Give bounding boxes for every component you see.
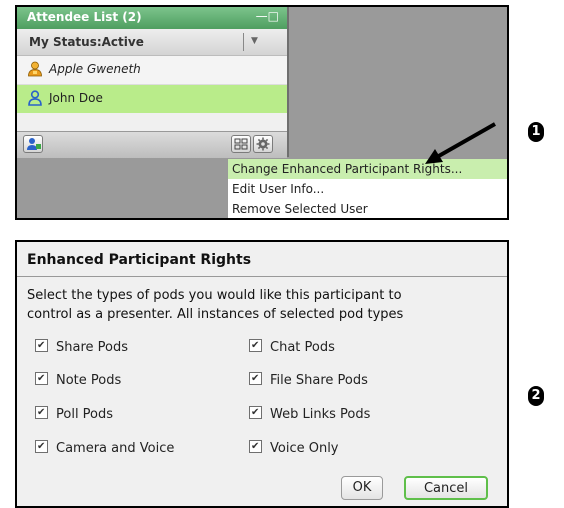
checkbox-checked-icon[interactable] bbox=[249, 403, 262, 423]
checkbox-chat-pods[interactable]: Chat Pods bbox=[249, 336, 335, 358]
checkbox-share-pods[interactable]: Share Pods bbox=[35, 336, 129, 358]
checkbox-checked-icon[interactable] bbox=[35, 369, 48, 389]
checkbox-label: Web Links Pods bbox=[270, 407, 371, 422]
enhanced-participant-rights-dialog: Enhanced Participant Rights Select the t… bbox=[15, 240, 509, 508]
checkbox-voice-only[interactable]: Voice Only bbox=[249, 437, 339, 459]
checkbox-checked-icon[interactable] bbox=[249, 369, 262, 389]
checkbox-label: Share Pods bbox=[56, 340, 129, 355]
checkbox-poll-pods[interactable]: Poll Pods bbox=[35, 403, 114, 425]
checkbox-web-links-pods[interactable]: Web Links Pods bbox=[249, 403, 371, 425]
title-divider bbox=[17, 276, 507, 277]
checkbox-note-pods[interactable]: Note Pods bbox=[35, 369, 122, 391]
dialog-description: Select the types of pods you would like … bbox=[27, 288, 404, 322]
attendee-list-screenshot: Attendee List (2) —□ My Status:Active ▼ … bbox=[15, 5, 509, 220]
cancel-button[interactable]: Cancel bbox=[404, 476, 488, 500]
checkbox-label: File Share Pods bbox=[270, 373, 368, 388]
checkbox-label: Poll Pods bbox=[56, 407, 114, 422]
checkbox-checked-icon[interactable] bbox=[35, 403, 48, 423]
ok-button[interactable]: OK bbox=[341, 476, 383, 500]
checkbox-label: Camera and Voice bbox=[56, 441, 175, 456]
checkbox-checked-icon[interactable] bbox=[249, 336, 262, 356]
checkbox-checked-icon[interactable] bbox=[249, 437, 262, 457]
step-number-badge: 2 bbox=[528, 386, 544, 406]
step-number-badge: 1 bbox=[528, 122, 544, 142]
checkbox-label: Chat Pods bbox=[270, 340, 335, 355]
checkbox-checked-icon[interactable] bbox=[35, 336, 48, 356]
checkbox-label: Note Pods bbox=[56, 373, 122, 388]
checkbox-label: Voice Only bbox=[270, 441, 339, 456]
checkbox-file-share-pods[interactable]: File Share Pods bbox=[249, 369, 368, 391]
checkbox-checked-icon[interactable] bbox=[35, 437, 48, 457]
annotation-arrow-icon bbox=[425, 122, 496, 164]
dialog-title: Enhanced Participant Rights bbox=[27, 252, 252, 268]
checkbox-camera-and-voice[interactable]: Camera and Voice bbox=[35, 437, 175, 459]
